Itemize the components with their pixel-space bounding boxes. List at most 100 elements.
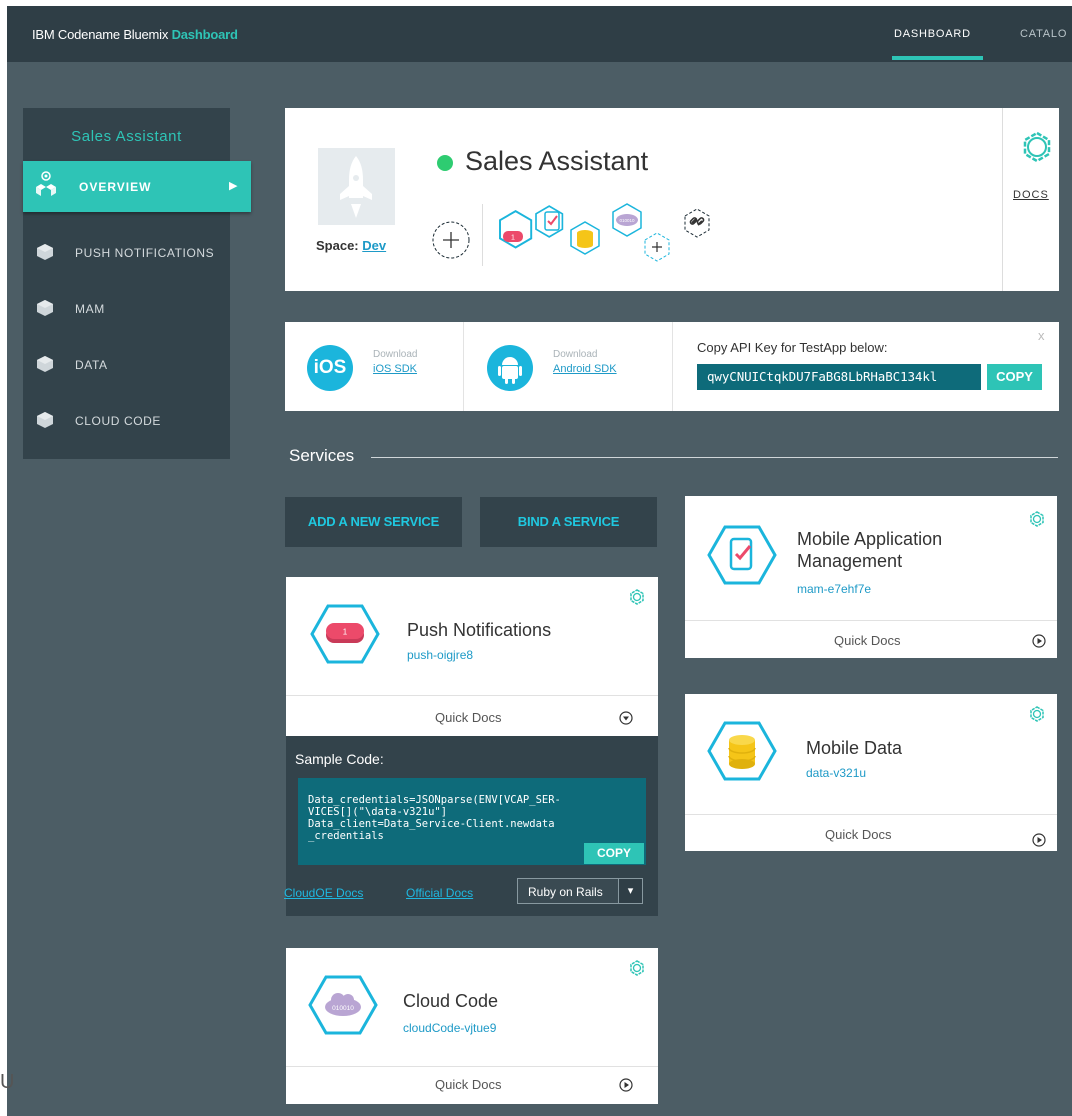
mam-card: Mobile Application Management mam-e7ehf7… (685, 496, 1057, 658)
sdk-card: iOS Download iOS SDK Download Android SD… (285, 322, 1059, 411)
app-icon[interactable] (318, 148, 395, 225)
docs-gear-icon[interactable] (1020, 130, 1054, 164)
play-circle-icon[interactable] (619, 1078, 633, 1092)
sidebar-item-mam[interactable]: MAM (23, 294, 230, 324)
ios-download-label: Download (373, 349, 418, 360)
close-icon[interactable]: x (1038, 328, 1045, 343)
service-name: Cloud Code (403, 991, 499, 1011)
api-key-field[interactable]: qwyCNUICtqkDU7FaBG8LbRHaBC134kl (697, 364, 981, 390)
card-divider (286, 695, 658, 696)
chevron-down-icon[interactable]: ▾ (618, 879, 642, 903)
cube-icon (37, 356, 53, 372)
android-icon (498, 357, 522, 384)
add-hex-icon (644, 232, 670, 262)
sidebar-item-data[interactable]: DATA (23, 350, 230, 380)
quick-docs-link[interactable]: Quick Docs (825, 827, 891, 842)
ios-sdk-link[interactable]: iOS SDK (373, 363, 417, 375)
sidebar-item-label: MAM (75, 302, 105, 316)
chevron-down-circle-icon[interactable] (619, 711, 633, 725)
svg-text:1: 1 (511, 235, 515, 242)
brand-name: IBM Codename Bluemix (32, 27, 169, 42)
space-label: Space: Dev (316, 238, 386, 253)
data-hex-icon (570, 221, 600, 255)
code-block[interactable]: Data_credentials=JSONparse(ENV[VCAP_SER-… (298, 778, 646, 865)
brand[interactable]: IBM Codename Bluemix Dashboard (32, 27, 238, 42)
svg-text:010010: 010010 (619, 218, 635, 223)
settings-gear-icon[interactable] (629, 589, 645, 605)
svg-text:010010: 010010 (332, 1005, 354, 1012)
nav-dashboard[interactable]: DASHBOARD (894, 28, 971, 40)
cube-icon (37, 244, 53, 260)
quick-docs-link[interactable]: Quick Docs (435, 1077, 501, 1092)
push-notifications-card: 1 Push Notifications push-oigjre8 Quick … (286, 577, 658, 737)
android-sdk-link[interactable]: Android SDK (553, 363, 617, 375)
cloudoe-docs-link[interactable]: CloudOE Docs (284, 886, 363, 900)
copy-api-key-button[interactable]: COPY (987, 364, 1042, 390)
service-id-link[interactable]: cloudCode-vjtue9 (403, 1021, 496, 1035)
service-name: Mobile Data (806, 738, 903, 758)
official-docs-link[interactable]: Official Docs (406, 886, 473, 900)
sidebar-item-label: DATA (75, 358, 108, 372)
cube-icon (37, 300, 53, 316)
play-circle-icon[interactable] (1032, 634, 1046, 648)
app-header-card: Space: Dev Sales Assistant 1 010010 DOCS (285, 108, 1059, 291)
svg-text:1: 1 (343, 628, 348, 637)
bind-service-button[interactable]: BIND A SERVICE (480, 497, 657, 547)
android-badge (487, 345, 533, 391)
divider (672, 322, 673, 411)
code-text: Data_credentials=JSONparse(ENV[VCAP_SER-… (308, 794, 561, 842)
cloud-hex-icon: 010010 (612, 203, 642, 237)
top-bar: IBM Codename Bluemix Dashboard DASHBOARD… (7, 6, 1072, 62)
sidebar-item-cloud-code[interactable]: CLOUD CODE (23, 406, 230, 436)
quick-docs-link[interactable]: Quick Docs (834, 633, 900, 648)
overview-icon (36, 171, 56, 196)
service-id-link[interactable]: push-oigjre8 (407, 648, 473, 662)
nav-active-indicator (892, 56, 983, 60)
caret-right-icon: ▶ (229, 180, 238, 192)
brand-dashboard: Dashboard (171, 27, 238, 42)
nav-catalog[interactable]: CATALO (1020, 28, 1067, 40)
framework-select-value: Ruby on Rails (528, 885, 603, 899)
framework-select[interactable]: Ruby on Rails ▾ (517, 878, 643, 904)
space-prefix: Space: (316, 238, 359, 253)
sidebar: Sales Assistant OVERVIEW ▶ PUSH NOTIFICA… (23, 108, 251, 459)
app-frame: IBM Codename Bluemix Dashboard DASHBOARD… (7, 6, 1072, 1116)
service-hex-cluster: 1 010010 (499, 203, 710, 262)
service-id-link[interactable]: data-v321u (806, 766, 866, 780)
android-download-label: Download (553, 349, 598, 360)
copy-code-button[interactable]: COPY (584, 843, 644, 864)
card-divider (286, 1066, 658, 1067)
settings-gear-icon[interactable] (1029, 706, 1045, 722)
cloud-code-card: 010010 Cloud Code cloudCode-vjtue9 Quick… (286, 948, 658, 1104)
sidebar-title: Sales Assistant (71, 128, 182, 145)
push-notifications-icon: 1 (310, 604, 380, 664)
mam-hex-icon (535, 205, 564, 238)
divider (482, 204, 483, 266)
card-divider (685, 620, 1057, 621)
service-name: Push Notifications (407, 620, 552, 640)
sample-code-title: Sample Code: (295, 751, 384, 767)
sidebar-item-overview[interactable]: OVERVIEW ▶ (23, 161, 251, 212)
add-service-button[interactable]: ADD A NEW SERVICE (285, 497, 462, 547)
service-name-line2: Management (797, 551, 903, 571)
mobile-data-card: Mobile Data data-v321u Quick Docs (685, 694, 1057, 851)
divider (463, 322, 464, 411)
quick-docs-link[interactable]: Quick Docs (435, 710, 501, 725)
rocket-icon (340, 156, 372, 218)
docs-link[interactable]: DOCS (1013, 189, 1049, 201)
ios-badge: iOS (307, 345, 353, 391)
sidebar-item-label: CLOUD CODE (75, 414, 162, 428)
cloud-code-icon: 010010 (308, 975, 378, 1035)
add-service-icon[interactable] (431, 220, 471, 260)
settings-gear-icon[interactable] (1029, 511, 1045, 527)
space-link[interactable]: Dev (362, 238, 386, 253)
play-circle-icon[interactable] (1032, 833, 1046, 847)
settings-gear-icon[interactable] (629, 960, 645, 976)
sidebar-item-label: PUSH NOTIFICATIONS (75, 246, 215, 260)
docs-divider (1002, 108, 1003, 291)
service-id-link[interactable]: mam-e7ehf7e (797, 582, 871, 596)
api-key-label: Copy API Key for TestApp below: (697, 340, 888, 355)
services-heading: Services (289, 446, 355, 465)
sidebar-item-push-notifications[interactable]: PUSH NOTIFICATIONS (23, 238, 230, 268)
link-hex-icon (684, 208, 710, 238)
